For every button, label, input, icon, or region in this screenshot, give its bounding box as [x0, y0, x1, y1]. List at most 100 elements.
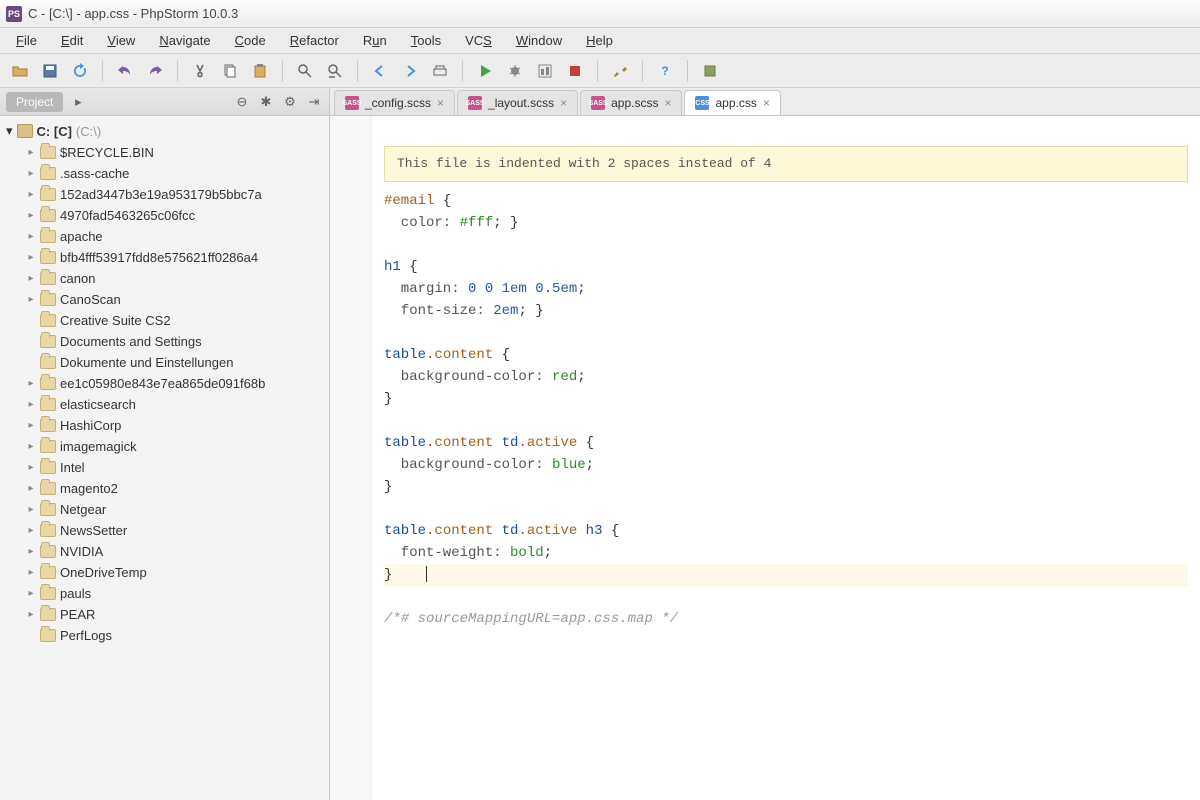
editor-tab[interactable]: SASS_layout.scss×: [457, 90, 578, 115]
chevron-right-icon[interactable]: ▸: [26, 231, 36, 242]
tree-item[interactable]: ▸ OneDriveTemp: [0, 562, 329, 583]
chevron-right-icon[interactable]: ▸: [26, 273, 36, 284]
chevron-right-icon[interactable]: ▸: [26, 609, 36, 620]
target-icon[interactable]: ✱: [257, 93, 275, 111]
editor-tab[interactable]: SASSapp.scss×: [580, 90, 682, 115]
code-area[interactable]: This file is indented with 2 spaces inst…: [330, 116, 1200, 800]
tree-item[interactable]: ▸canon: [0, 268, 329, 289]
code-content[interactable]: This file is indented with 2 spaces inst…: [372, 116, 1200, 800]
editor-tab[interactable]: CSSapp.css×: [684, 90, 780, 115]
gear-icon[interactable]: ⚙: [281, 93, 299, 111]
paste-icon[interactable]: [248, 59, 272, 83]
forward-icon[interactable]: [398, 59, 422, 83]
tree-item[interactable]: ▸pauls: [0, 583, 329, 604]
chevron-right-icon[interactable]: ▸: [26, 546, 36, 557]
editor-tab[interactable]: SASS_config.scss×: [334, 90, 455, 115]
debug-icon[interactable]: [503, 59, 527, 83]
chevron-right-icon[interactable]: ▸: [26, 147, 36, 158]
coverage-icon[interactable]: [533, 59, 557, 83]
back-icon[interactable]: [368, 59, 392, 83]
project-tree[interactable]: ▾ C: [C] (C:\) ▸$RECYCLE.BIN▸.sass-cache…: [0, 116, 329, 800]
chevron-right-icon[interactable]: ▸: [26, 441, 36, 452]
chevron-right-icon[interactable]: ▸: [26, 525, 36, 536]
refresh-icon[interactable]: [68, 59, 92, 83]
chevron-right-icon[interactable]: ▸: [26, 567, 36, 578]
close-icon[interactable]: ×: [763, 96, 770, 110]
menu-window[interactable]: Window: [506, 30, 572, 51]
help-icon[interactable]: ?: [653, 59, 677, 83]
tree-item[interactable]: ▸Netgear: [0, 499, 329, 520]
tree-item[interactable]: ▸4970fad5463265c06fcc: [0, 205, 329, 226]
build-icon[interactable]: [428, 59, 452, 83]
find-icon[interactable]: [293, 59, 317, 83]
sidebar-header: Project ▸ ⊖ ✱ ⚙ ⇥: [0, 88, 329, 116]
copy-icon[interactable]: [218, 59, 242, 83]
settings-icon[interactable]: [608, 59, 632, 83]
tree-item[interactable]: ▸.sass-cache: [0, 163, 329, 184]
tree-item[interactable]: ▸$RECYCLE.BIN: [0, 142, 329, 163]
tree-root[interactable]: ▾ C: [C] (C:\): [0, 120, 329, 142]
tree-item[interactable]: PerfLogs: [0, 625, 329, 646]
chevron-right-icon[interactable]: ▸: [26, 588, 36, 599]
tree-item[interactable]: ▸apache: [0, 226, 329, 247]
toolbar-separator: [597, 60, 598, 82]
chevron-right-icon[interactable]: ▸: [26, 420, 36, 431]
menu-refactor[interactable]: Refactor: [280, 30, 349, 51]
tree-item[interactable]: ▸NVIDIA: [0, 541, 329, 562]
close-icon[interactable]: ×: [437, 96, 444, 110]
chevron-right-icon[interactable]: ▸: [26, 294, 36, 305]
replace-icon[interactable]: [323, 59, 347, 83]
folder-icon: [40, 629, 56, 642]
menu-help[interactable]: Help: [576, 30, 623, 51]
tree-item[interactable]: ▸152ad3447b3e19a953179b5bbc7a: [0, 184, 329, 205]
tree-item[interactable]: Documents and Settings: [0, 331, 329, 352]
tree-item[interactable]: ▸bfb4fff53917fdd8e575621ff0286a4: [0, 247, 329, 268]
menu-view[interactable]: View: [97, 30, 145, 51]
chevron-right-icon[interactable]: ▸: [26, 189, 36, 200]
open-icon[interactable]: [8, 59, 32, 83]
chevron-right-icon[interactable]: ▸: [26, 462, 36, 473]
menu-edit[interactable]: Edit: [51, 30, 93, 51]
chevron-right-icon[interactable]: ▸: [69, 93, 87, 111]
chevron-right-icon[interactable]: ▸: [26, 378, 36, 389]
chevron-right-icon[interactable]: ▸: [26, 168, 36, 179]
hide-icon[interactable]: ⇥: [305, 93, 323, 111]
tree-item-label: OneDriveTemp: [60, 565, 147, 580]
tree-item[interactable]: Creative Suite CS2: [0, 310, 329, 331]
chevron-down-icon[interactable]: ▾: [6, 123, 13, 139]
tabbar: SASS_config.scss×SASS_layout.scss×SASSap…: [330, 88, 1200, 116]
chevron-right-icon[interactable]: ▸: [26, 252, 36, 263]
chevron-right-icon[interactable]: ▸: [26, 399, 36, 410]
tree-item[interactable]: ▸ee1c05980e843e7ea865de091f68b: [0, 373, 329, 394]
tree-item[interactable]: ▸elasticsearch: [0, 394, 329, 415]
chevron-right-icon[interactable]: ▸: [26, 210, 36, 221]
project-tab[interactable]: Project: [6, 92, 63, 112]
menu-run[interactable]: Run: [353, 30, 397, 51]
collapse-icon[interactable]: ⊖: [233, 93, 251, 111]
save-icon[interactable]: [38, 59, 62, 83]
folder-icon: [40, 587, 56, 600]
menu-navigate[interactable]: Navigate: [149, 30, 220, 51]
chevron-right-icon[interactable]: ▸: [26, 504, 36, 515]
close-icon[interactable]: ×: [664, 96, 671, 110]
stop-icon[interactable]: [563, 59, 587, 83]
menu-vcs[interactable]: VCS: [455, 30, 502, 51]
tree-item[interactable]: ▸imagemagick: [0, 436, 329, 457]
cut-icon[interactable]: [188, 59, 212, 83]
redo-icon[interactable]: [143, 59, 167, 83]
tree-item[interactable]: Dokumente und Einstellungen: [0, 352, 329, 373]
plugin-icon[interactable]: [698, 59, 722, 83]
menu-tools[interactable]: Tools: [401, 30, 451, 51]
undo-icon[interactable]: [113, 59, 137, 83]
tree-item[interactable]: ▸NewsSetter: [0, 520, 329, 541]
chevron-right-icon[interactable]: ▸: [26, 483, 36, 494]
tree-item[interactable]: ▸HashiCorp: [0, 415, 329, 436]
menu-file[interactable]: File: [6, 30, 47, 51]
tree-item[interactable]: ▸CanoScan: [0, 289, 329, 310]
close-icon[interactable]: ×: [560, 96, 567, 110]
menu-code[interactable]: Code: [225, 30, 276, 51]
tree-item[interactable]: ▸PEAR: [0, 604, 329, 625]
tree-item[interactable]: ▸magento2: [0, 478, 329, 499]
run-icon[interactable]: [473, 59, 497, 83]
tree-item[interactable]: ▸Intel: [0, 457, 329, 478]
